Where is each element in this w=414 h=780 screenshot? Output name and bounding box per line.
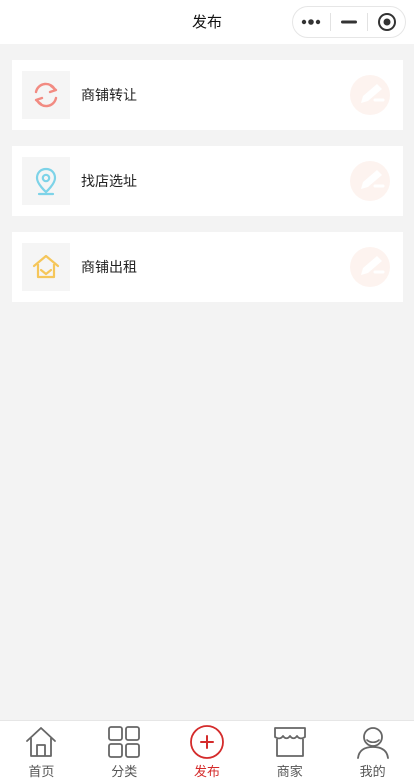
tab-label: 发布 [193,765,220,780]
more-dots-icon [302,19,321,25]
edit-badge-icon [350,247,390,287]
tab-label: 商家 [276,765,303,780]
minimize-button[interactable] [331,7,368,37]
option-label: 找店选址 [81,174,137,190]
plus-circle-icon [190,725,224,759]
house-icon [32,254,60,279]
icon-box [22,243,70,291]
target-icon [377,13,396,31]
refresh-icon [34,82,58,108]
shop-icon [273,727,306,757]
edit-badge-icon [350,75,390,115]
edit-badge-icon [350,161,390,201]
option-label: 商铺出租 [81,260,137,276]
more-button[interactable] [293,7,330,37]
tab-publish[interactable]: 发布 [166,721,249,780]
mini-program-capsule [292,6,406,38]
option-label: 商铺转让 [81,88,137,104]
grid-icon [108,726,141,758]
close-button[interactable] [368,7,405,37]
option-shop-transfer[interactable]: 商铺转让 [12,60,403,130]
minus-icon [341,20,357,24]
tab-merchant[interactable]: 商家 [248,721,331,780]
tab-category[interactable]: 分类 [83,721,166,780]
publish-options-list: 商铺转让 找店选址 商铺出租 [12,60,403,318]
tab-label: 分类 [111,765,138,780]
home-icon [26,727,57,757]
tab-label: 我的 [359,765,386,780]
tab-home[interactable]: 首页 [0,721,83,780]
tab-label: 首页 [28,765,55,780]
tab-mine[interactable]: 我的 [331,721,414,780]
user-icon [356,727,389,759]
nav-bar: 发布 [0,0,414,44]
icon-box [22,157,70,205]
option-shop-rent[interactable]: 商铺出租 [12,232,403,302]
bottom-tab-bar: 首页 分类 发布 商家 我的 [0,720,414,780]
option-find-location[interactable]: 找店选址 [12,146,403,216]
location-pin-icon [35,167,57,196]
icon-box [22,71,70,119]
